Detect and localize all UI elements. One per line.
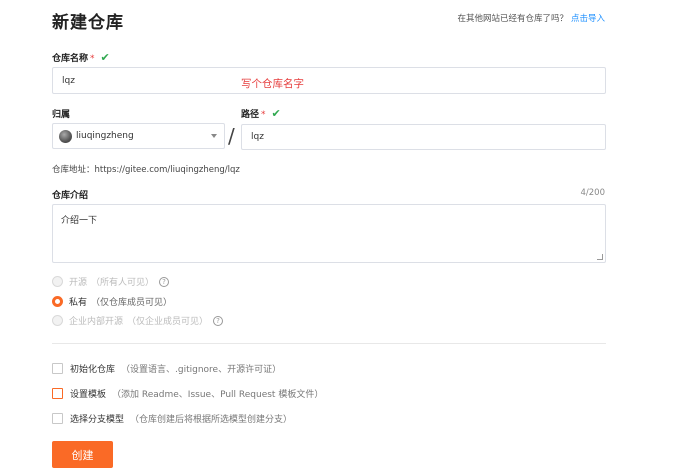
template-option[interactable]: 设置模板 （添加 Readme、Issue、Pull Request 模板文件） — [52, 387, 323, 400]
owner-label: 归属 — [52, 110, 71, 120]
option-label: 选择分支模型 — [70, 415, 125, 425]
checkbox[interactable] — [52, 388, 63, 399]
repo-name-label-text: 仓库名称 — [52, 54, 89, 64]
import-link[interactable]: 点击导入 — [571, 14, 605, 24]
caret-down-icon — [211, 134, 217, 138]
radio-button[interactable] — [52, 315, 63, 326]
path-input[interactable]: lqz — [241, 124, 606, 150]
option-note: （所有人可见） — [91, 278, 155, 288]
visibility-enterprise-option[interactable]: 企业内部开源 （仅企业成员可见） ? — [52, 314, 224, 327]
check-icon: ✔ — [271, 107, 281, 120]
path-label: 路径 * ✔ — [241, 107, 281, 120]
option-label: 私有 — [69, 298, 88, 308]
option-desc: （添加 Readme、Issue、Pull Request 模板文件） — [112, 390, 324, 400]
option-label: 企业内部开源 — [69, 317, 124, 327]
repo-address: 仓库地址：https://gitee.com/liuqingzheng/lqz — [52, 165, 240, 175]
help-icon[interactable]: ? — [159, 276, 170, 287]
path-label-text: 路径 — [241, 110, 260, 120]
import-prompt-text: 在其他网站已经有仓库了吗？ — [457, 14, 568, 24]
description-label: 仓库介绍 — [52, 191, 89, 201]
owner-selected-value: liuqingzheng — [76, 131, 134, 141]
init-repo-option[interactable]: 初始化仓库 （设置语言、.gitignore、开源许可证） — [52, 362, 281, 375]
path-separator: / — [228, 124, 235, 148]
owner-select[interactable]: liuqingzheng — [52, 123, 225, 149]
description-value: 介绍一下 — [61, 216, 98, 226]
radio-button[interactable] — [52, 276, 63, 287]
help-icon[interactable]: ? — [213, 315, 224, 326]
import-prompt: 在其他网站已经有仓库了吗？ 点击导入 — [457, 12, 605, 24]
required-mark: * — [90, 54, 95, 64]
visibility-private-option[interactable]: 私有 （仅仓库成员可见） — [52, 295, 172, 308]
repo-name-input[interactable]: lqz — [52, 67, 606, 94]
radio-button-selected[interactable] — [52, 296, 63, 307]
option-desc: （设置语言、.gitignore、开源许可证） — [121, 365, 282, 375]
description-textarea[interactable]: 介绍一下 — [52, 204, 606, 263]
create-button[interactable]: 创建 — [52, 441, 113, 468]
repo-name-annotation: 写个仓库名字 — [241, 78, 304, 90]
path-value: lqz — [251, 132, 264, 142]
avatar — [59, 129, 72, 143]
option-desc: （仓库创建后将根据所选模型创建分支） — [130, 415, 293, 425]
check-icon: ✔ — [100, 51, 110, 64]
repo-name-value: lqz — [62, 75, 75, 86]
branch-model-option[interactable]: 选择分支模型 （仓库创建后将根据所选模型创建分支） — [52, 412, 292, 425]
repo-name-label: 仓库名称 * ✔ — [52, 51, 110, 64]
checkbox[interactable] — [52, 413, 63, 424]
visibility-public-option[interactable]: 开源 （所有人可见） ? — [52, 275, 170, 288]
resize-handle-icon[interactable] — [597, 254, 603, 260]
option-label: 初始化仓库 — [70, 365, 116, 375]
page-title: 新建仓库 — [52, 13, 124, 33]
option-label: 开源 — [69, 278, 88, 288]
checkbox[interactable] — [52, 363, 63, 374]
option-label: 设置模板 — [70, 390, 107, 400]
description-counter: 4/200 — [580, 188, 606, 198]
section-divider — [52, 343, 606, 344]
option-note: （仅企业成员可见） — [127, 317, 209, 327]
option-note: （仅仓库成员可见） — [91, 298, 173, 308]
required-mark: * — [261, 110, 266, 120]
